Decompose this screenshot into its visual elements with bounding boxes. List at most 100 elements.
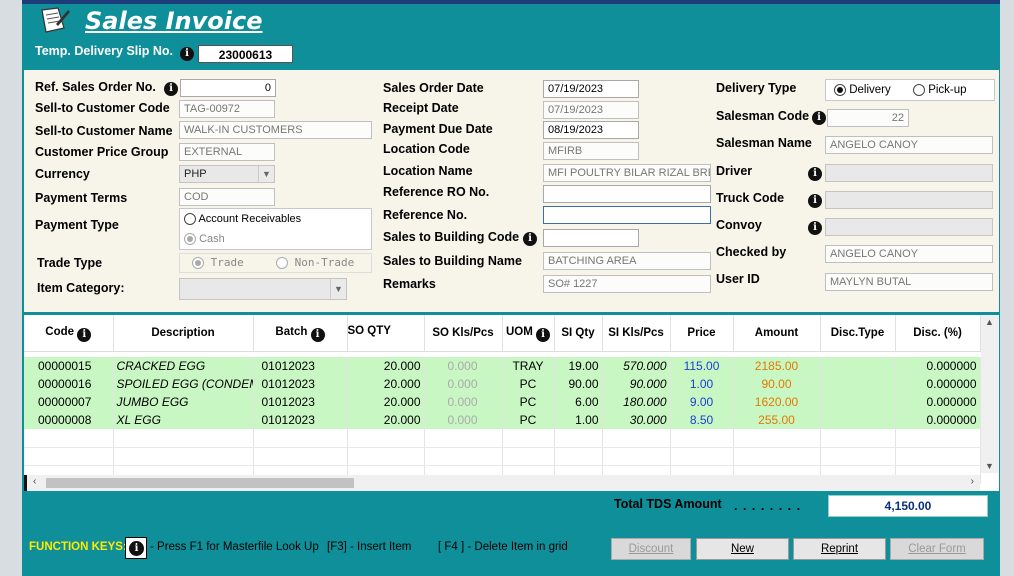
info-icon[interactable]: i xyxy=(180,47,194,61)
col-header-disc-pct[interactable]: Disc. (%) xyxy=(895,315,981,352)
receipt-label: Receipt Date xyxy=(383,101,459,115)
user-input[interactable]: MAYLYN BUTAL xyxy=(825,273,993,291)
ref-so-input[interactable]: 0 xyxy=(180,79,276,97)
info-icon[interactable]: i xyxy=(812,111,826,125)
trade-group: Trade Non-Trade xyxy=(179,253,372,273)
horizontal-scrollbar[interactable]: ‹ › xyxy=(24,475,980,491)
cell-price: 115.00 xyxy=(670,357,734,375)
price-group-label: Customer Price Group xyxy=(35,145,169,159)
col-header-si-qty[interactable]: SI Qty xyxy=(554,315,603,352)
receipt-input[interactable]: 07/19/2023 xyxy=(543,101,639,119)
items-grid[interactable]: Code i Description Batch i SO QTY SO Kls… xyxy=(24,315,999,491)
bldg-name-input[interactable]: BATCHING AREA xyxy=(543,252,711,270)
vertical-scrollbar[interactable]: ▲ ▼ xyxy=(981,315,999,473)
discount-button[interactable]: Discount xyxy=(611,538,691,560)
item-cat-select[interactable]: ▼ xyxy=(179,278,347,300)
info-icon[interactable]: i xyxy=(536,327,551,342)
chevron-down-icon[interactable]: ▼ xyxy=(985,461,994,471)
new-button[interactable]: New xyxy=(696,538,789,560)
due-input[interactable]: 08/19/2023 xyxy=(543,121,639,139)
checked-label: Checked by xyxy=(716,245,787,259)
delivery-label: Delivery Type xyxy=(716,81,797,95)
trade-opt-nontrade[interactable]: Non-Trade xyxy=(276,256,354,269)
chevron-up-icon[interactable]: ▲ xyxy=(985,317,994,327)
col-header-description[interactable]: Description xyxy=(113,315,254,352)
col-header-price[interactable]: Price xyxy=(670,315,734,352)
convoy-label: Convoy xyxy=(716,218,762,232)
bldg-code-input[interactable] xyxy=(543,229,639,247)
delivery-opt-pickup[interactable]: Pick-up xyxy=(913,84,967,96)
chevron-down-icon[interactable]: ▼ xyxy=(330,279,346,299)
col-header-disc-type[interactable]: Disc.Type xyxy=(820,315,896,352)
info-icon[interactable]: i xyxy=(808,221,822,235)
col-header-so-kls[interactable]: SO Kls/Pcs xyxy=(424,315,503,352)
checked-input[interactable]: ANGELO CANOY xyxy=(825,245,993,263)
sm-name-input[interactable]: ANGELO CANOY xyxy=(825,136,993,154)
scroll-thumb[interactable] xyxy=(46,478,354,488)
currency-select[interactable]: PHP ▼ xyxy=(179,165,275,183)
cell-so-kls: 0.000 xyxy=(424,357,503,375)
chevron-right-icon[interactable]: › xyxy=(971,476,974,487)
fk-lookup-hint: - Press F1 for Masterfile Look Up xyxy=(150,541,319,553)
truck-input[interactable] xyxy=(825,191,993,209)
radio-trade[interactable] xyxy=(192,257,204,269)
driver-input[interactable] xyxy=(825,164,993,182)
cell-code: 00000015 xyxy=(24,357,114,375)
clear-form-button[interactable]: Clear Form xyxy=(890,538,984,560)
sm-code-label: Salesman Code xyxy=(716,109,810,123)
radio-cash[interactable] xyxy=(184,233,196,246)
col-header-batch[interactable]: Batch i xyxy=(253,315,348,352)
cust-name-input[interactable]: WALK-IN CUSTOMERS xyxy=(179,121,372,139)
terms-input[interactable]: COD xyxy=(179,188,275,206)
items-table: Code i Description Batch i SO QTY SO Kls… xyxy=(24,315,981,484)
trade-opt-trade[interactable]: Trade xyxy=(192,256,244,269)
reprint-button[interactable]: Reprint xyxy=(793,538,886,560)
truck-label: Truck Code xyxy=(716,191,785,205)
radio-pickup[interactable] xyxy=(913,84,925,96)
col-header-amount[interactable]: Amount xyxy=(733,315,821,352)
col-header-si-kls[interactable]: SI Kls/Pcs xyxy=(602,315,671,352)
col-header-so-qty[interactable]: SO QTY xyxy=(347,315,425,352)
pay-opt-ar[interactable]: Account Receivables xyxy=(184,213,302,226)
price-group-input[interactable]: EXTERNAL xyxy=(179,143,275,161)
cell-so-kls: 0.000 xyxy=(424,375,503,393)
cust-code-input[interactable]: TAG-00972 xyxy=(179,100,275,118)
empty-row[interactable] xyxy=(24,447,981,466)
ref-no-input[interactable] xyxy=(543,206,711,224)
cell-disc-type xyxy=(820,357,896,375)
user-label: User ID xyxy=(716,272,760,286)
table-row[interactable]: 00000007 JUMBO EGG 01012023 20.000 0.000… xyxy=(24,393,981,411)
info-icon[interactable]: i xyxy=(808,167,822,181)
radio-ar[interactable] xyxy=(184,213,196,226)
chevron-down-icon[interactable]: ▼ xyxy=(258,166,274,182)
table-row[interactable]: 00000015 CRACKED EGG 01012023 20.000 0.0… xyxy=(24,357,981,375)
radio-delivery[interactable] xyxy=(834,84,846,96)
ref-ro-input[interactable] xyxy=(543,185,711,203)
table-row[interactable]: 00000008 XL EGG 01012023 20.000 0.000 PC… xyxy=(24,411,981,429)
empty-row[interactable] xyxy=(24,429,981,448)
bldg-code-label: Sales to Building Code xyxy=(383,230,520,244)
remarks-input[interactable]: SO# 1227 xyxy=(543,275,711,293)
loc-name-input[interactable]: MFI POULTRY BILAR RIZAL BREEDER xyxy=(543,164,711,182)
info-icon[interactable]: i xyxy=(310,327,325,342)
radio-nontrade[interactable] xyxy=(276,257,288,269)
chevron-left-icon[interactable]: ‹ xyxy=(33,476,36,487)
table-row[interactable]: 00000016 SPOILED EGG (CONDEMNED) 0101202… xyxy=(24,375,981,393)
sm-code-input[interactable]: 22 xyxy=(827,109,909,127)
loc-code-input[interactable]: MFIRB xyxy=(543,142,639,160)
col-header-code[interactable]: Code i xyxy=(24,315,114,352)
ref-so-label: Ref. Sales Order No. xyxy=(35,80,156,94)
pay-opt-ar-label: Account Receivables xyxy=(198,213,302,225)
info-icon[interactable]: i xyxy=(164,82,178,96)
info-icon[interactable]: i xyxy=(808,194,822,208)
so-date-input[interactable]: 07/19/2023 xyxy=(543,80,639,98)
cell-code: 00000007 xyxy=(24,393,114,411)
delivery-opt-delivery[interactable]: Delivery xyxy=(834,84,891,96)
cell-amount: 2185.00 xyxy=(733,357,821,375)
info-icon[interactable]: i xyxy=(77,327,92,342)
convoy-input[interactable] xyxy=(825,218,993,236)
col-header-uom[interactable]: UOM i xyxy=(502,315,555,352)
info-icon[interactable]: i xyxy=(523,232,537,246)
pay-opt-cash[interactable]: Cash xyxy=(184,233,225,246)
total-amount-field: 4,150.00 xyxy=(828,495,988,517)
